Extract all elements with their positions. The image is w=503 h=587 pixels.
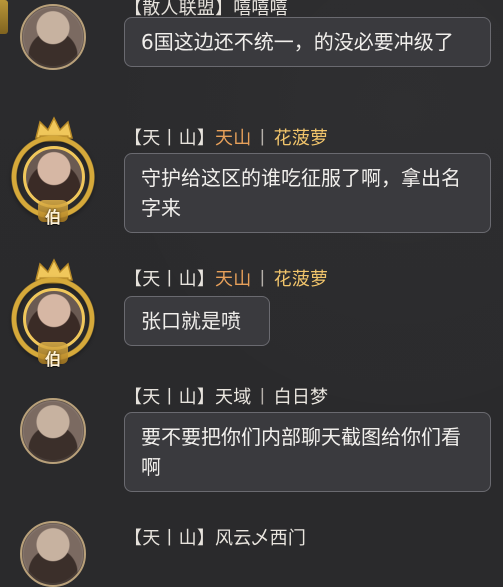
message-3-realm: 天山: [215, 269, 252, 290]
realm-tag-open-bracket: 【: [124, 387, 143, 408]
message-4-realm-tag: 天丨山: [142, 387, 197, 408]
message-5-sender-line: 【天丨山】风云乄西门: [124, 524, 306, 550]
message-2-sender-line: 【天丨山】天山丨花菠萝: [124, 124, 328, 150]
realm-tag-close-bracket: 】: [196, 528, 216, 549]
realm-tag-open-bracket: 【: [124, 528, 143, 549]
message-4-sender-line: 【天丨山】天域丨白日梦: [124, 383, 328, 409]
message-4-sender-name[interactable]: 白日梦: [274, 387, 329, 408]
message-4-text: 要不要把你们内部聊天截图给你们看啊: [141, 425, 461, 479]
message-3-avatar-face: [23, 288, 85, 350]
message-3-sender-line: 【天丨山】天山丨花菠萝: [124, 265, 328, 291]
message-2-realm: 天山: [215, 128, 252, 149]
left-edge-accent: [0, 0, 8, 34]
realm-tag-close-bracket: 】: [196, 128, 216, 149]
message-3-text: 张口就是喷: [141, 309, 241, 333]
message-5-realm-tag: 天丨山: [142, 528, 197, 549]
message-3-noble-avatar[interactable]: 伯: [4, 258, 102, 369]
message-4-realm: 天域: [215, 387, 252, 408]
message-4-bubble: 要不要把你们内部聊天截图给你们看啊: [124, 412, 491, 492]
message-4-avatar[interactable]: [20, 398, 86, 464]
message-5-realm: 风云: [215, 528, 252, 549]
message-2-realm-tag: 天丨山: [142, 128, 197, 149]
realm-tag-open-bracket: 【: [124, 269, 143, 290]
name-separator: 丨: [253, 387, 272, 408]
message-1-bubble: 6国这边还不统一，的没必要冲级了: [124, 17, 491, 67]
message-3-bubble: 张口就是喷: [124, 296, 270, 346]
name-separator: 丨: [253, 128, 272, 149]
message-2-sender-name[interactable]: 花菠萝: [274, 128, 329, 149]
realm-tag-open-bracket: 【: [124, 128, 143, 149]
realm-tag-close-bracket: 】: [196, 269, 216, 290]
message-2-avatar-face: [23, 146, 85, 208]
message-1-text: 6国这边还不统一，的没必要冲级了: [141, 30, 454, 54]
name-separator: 丨: [253, 269, 272, 290]
realm-tag-close-bracket: 】: [196, 387, 216, 408]
message-2-text: 守护给这区的谁吃征服了啊，拿出名字来: [141, 166, 461, 220]
message-5-avatar[interactable]: [20, 521, 86, 587]
message-3-sender-name[interactable]: 花菠萝: [274, 269, 329, 290]
message-1-avatar[interactable]: [20, 4, 86, 70]
message-2-bubble: 守护给这区的谁吃征服了啊，拿出名字来: [124, 153, 491, 233]
message-2-rank: 伯: [44, 208, 61, 227]
message-2-noble-avatar[interactable]: 伯: [4, 116, 102, 227]
message-5-sender-name[interactable]: 乄西门: [251, 528, 306, 549]
chat-panel: 【散人联盟】嘻嘻嘻 6国这边还不统一，的没必要冲级了 【天丨山】天山丨花菠萝 伯…: [0, 0, 503, 587]
message-3-realm-tag: 天丨山: [142, 269, 197, 290]
message-3-rank: 伯: [44, 350, 61, 369]
